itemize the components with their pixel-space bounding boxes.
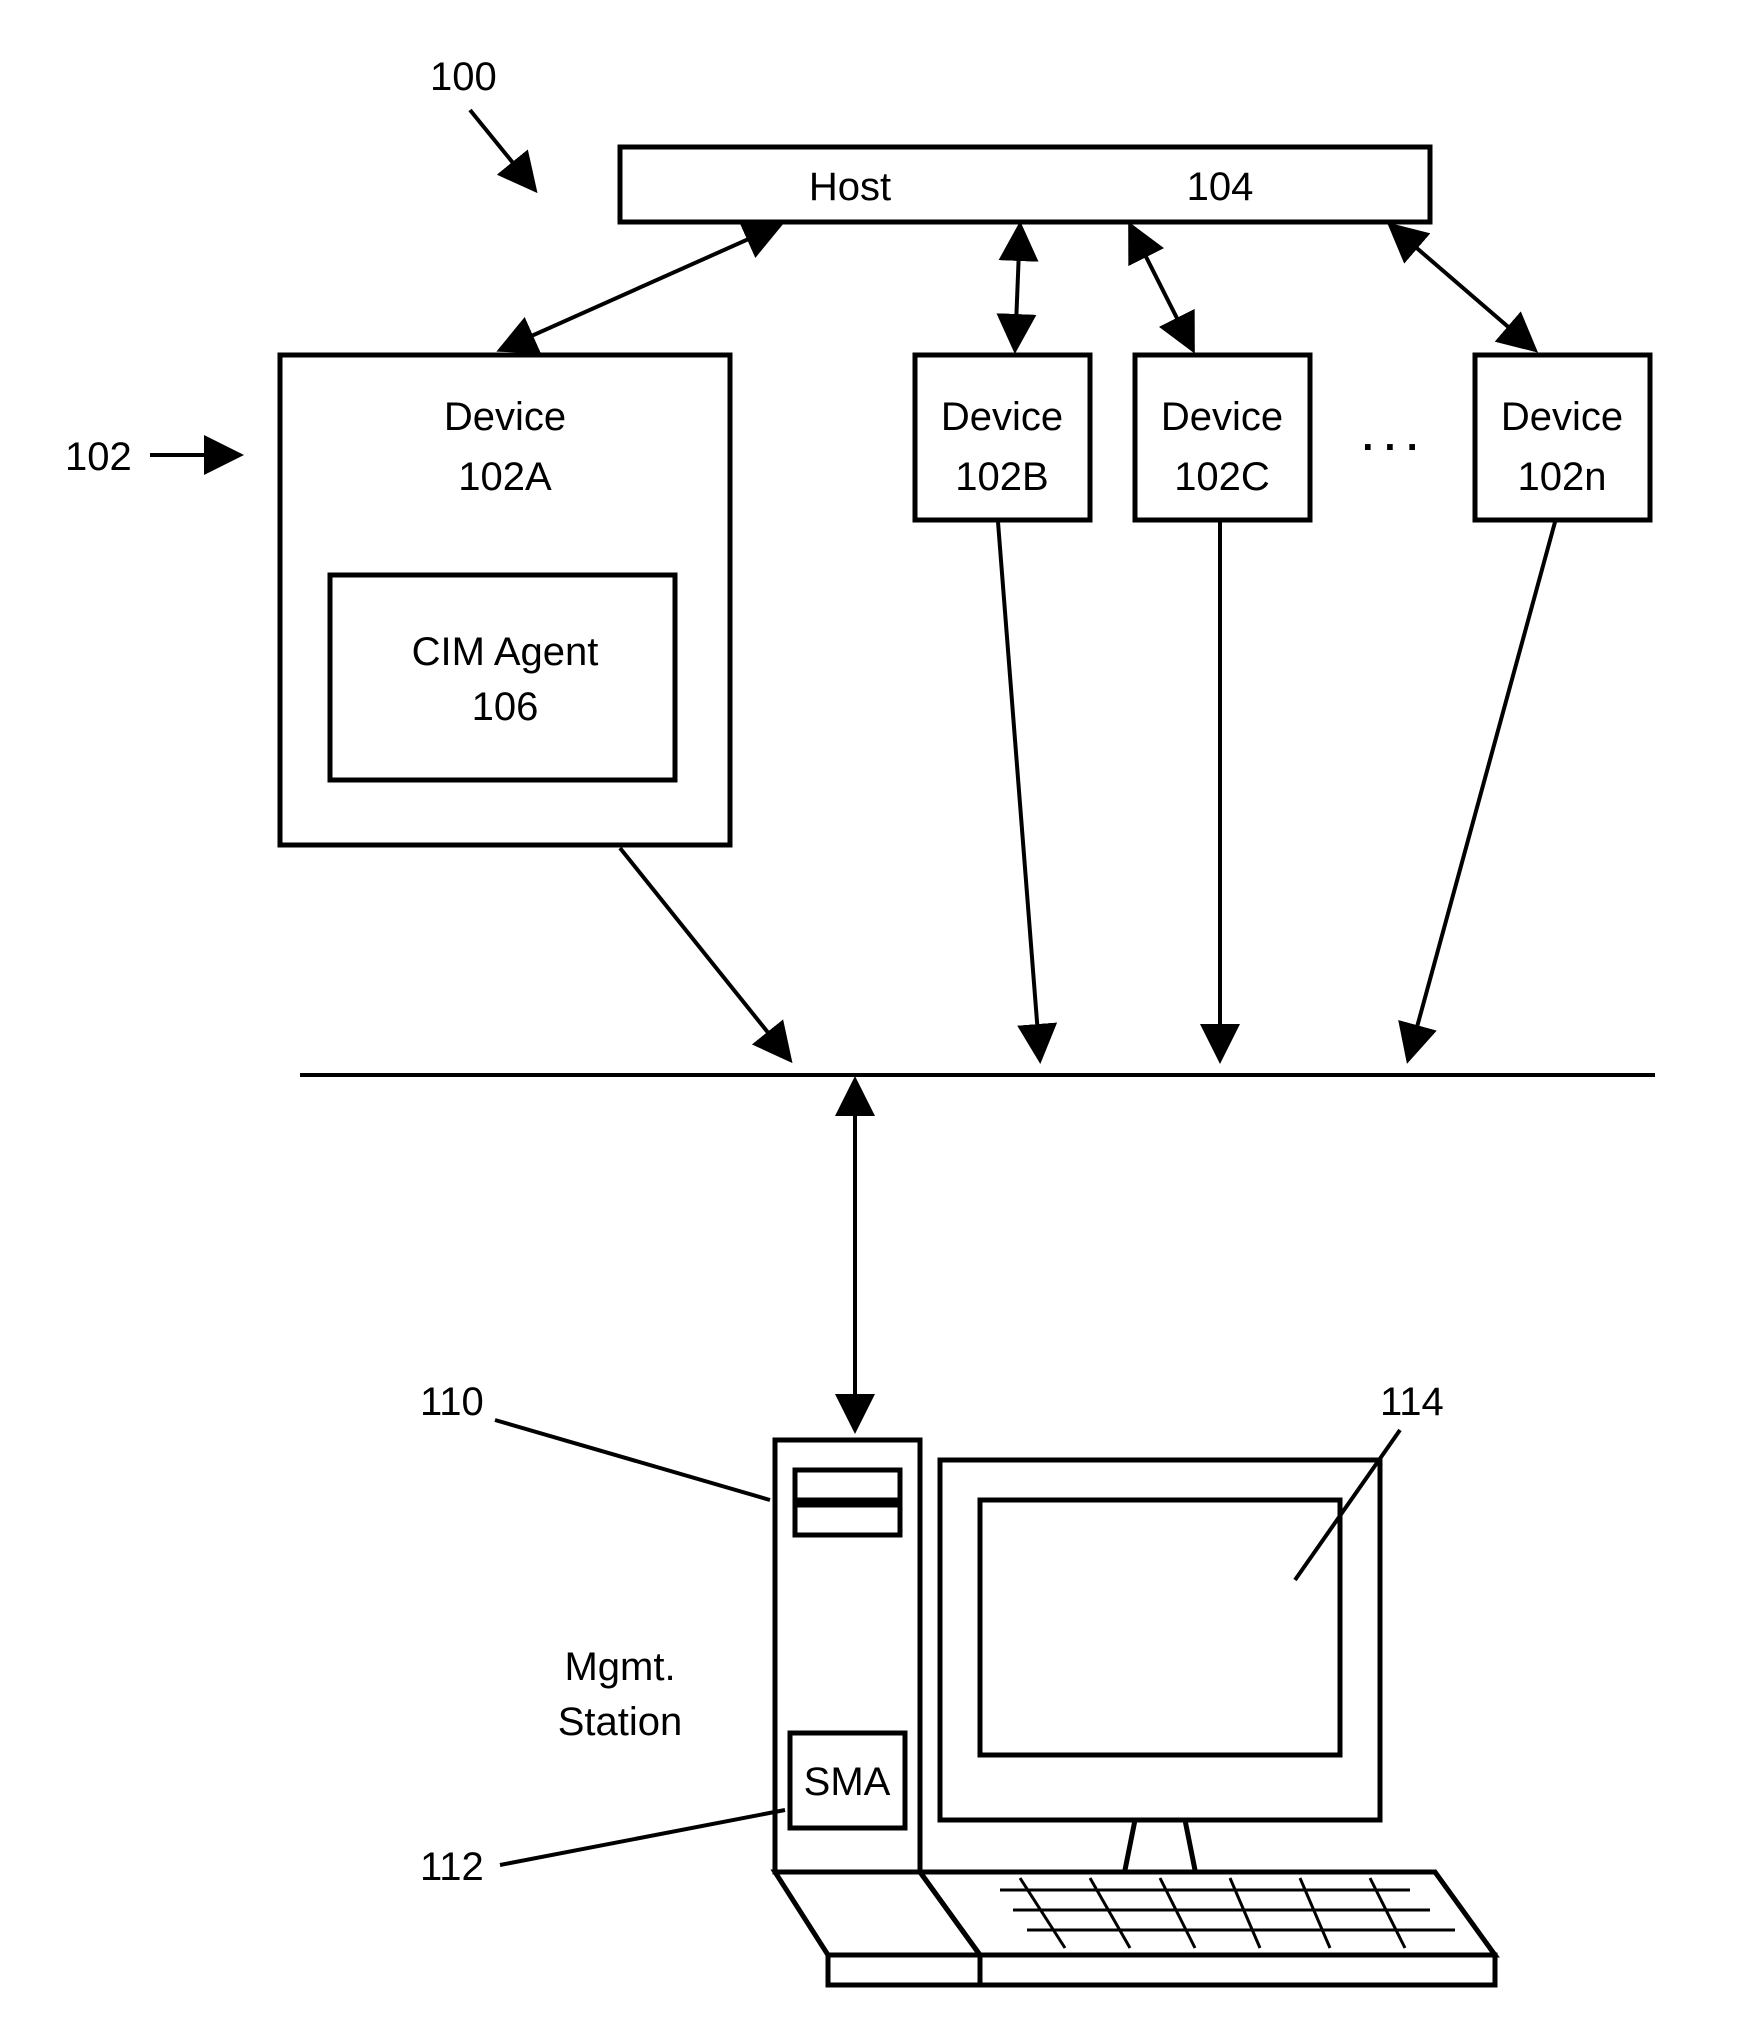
- callout-114: 114: [1380, 1380, 1444, 1424]
- device-102b-name: Device: [941, 395, 1063, 439]
- mgmt-tower: SMA: [775, 1440, 920, 1872]
- device-102b-id: 102B: [955, 455, 1048, 499]
- device-102a-id: 102A: [458, 455, 552, 499]
- callout-100: 100: [430, 55, 497, 99]
- keyboard: [775, 1872, 1495, 1985]
- sma-label: SMA: [804, 1760, 891, 1804]
- device-102n-name: Device: [1501, 395, 1623, 439]
- host-label: Host: [809, 165, 891, 209]
- host-box: [620, 147, 1430, 222]
- callout-110: 110: [420, 1380, 484, 1424]
- mgmt-station-label-2: Station: [558, 1700, 683, 1744]
- callout-112: 112: [420, 1845, 484, 1889]
- device-102c-name: Device: [1161, 395, 1283, 439]
- host-id: 104: [1187, 165, 1254, 209]
- cim-agent-box: [330, 575, 675, 780]
- device-102c-id: 102C: [1174, 455, 1270, 499]
- device-102a-name: Device: [444, 395, 566, 439]
- monitor: [940, 1460, 1380, 1870]
- device-ellipsis: . . .: [1362, 415, 1418, 459]
- device-102n-id: 102n: [1518, 455, 1607, 499]
- mgmt-station-label-1: Mgmt.: [564, 1645, 675, 1689]
- cim-agent-label: CIM Agent: [412, 630, 599, 674]
- cim-agent-id: 106: [472, 685, 539, 729]
- callout-102: 102: [65, 435, 132, 479]
